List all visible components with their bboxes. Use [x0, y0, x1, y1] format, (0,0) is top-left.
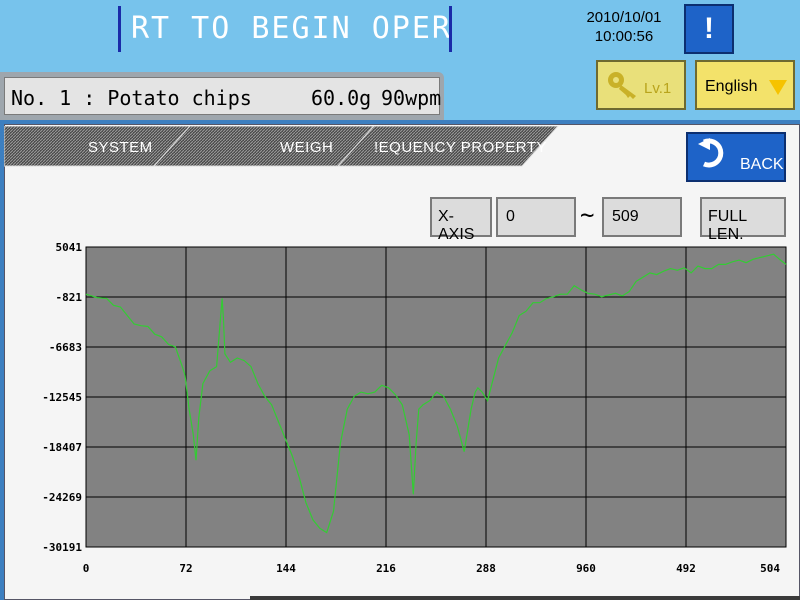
back-arrow-icon [698, 138, 724, 168]
x-tick-label: 144 [276, 562, 296, 575]
back-button[interactable]: BACK [686, 132, 786, 182]
tab-frequency-property-label: !EQUENCY PROPERTY [374, 139, 547, 156]
product-bar: No. 1 : Potato chips 60.0g 90wpm [0, 72, 444, 120]
datetime-display: 2010/10/01 10:00:56 [578, 8, 670, 46]
range-separator: ~ [580, 201, 595, 229]
y-tick-label: -6683 [49, 341, 82, 354]
tab-weigh-label: WEIGH [280, 139, 334, 156]
back-label: BACK [740, 156, 784, 173]
y-tick-label: -24269 [42, 491, 82, 504]
time-text: 10:00:56 [594, 28, 654, 45]
language-button[interactable]: English [695, 60, 795, 110]
alert-button[interactable]: ! [684, 4, 734, 54]
alert-icon: ! [704, 12, 714, 45]
language-label: English [705, 78, 758, 95]
level-button[interactable]: Lv.1 [596, 60, 686, 110]
dropdown-triangle-icon [769, 80, 787, 95]
x-axis-from-field[interactable]: 0 [496, 197, 576, 237]
x-tick-label: 960 [576, 562, 596, 575]
x-tick-label: 72 [179, 562, 192, 575]
date-text: 2010/10/01 [586, 9, 662, 26]
x-tick-label: 504 [760, 562, 780, 575]
tab-system-label: SYSTEM [88, 139, 153, 156]
x-tick-label: 216 [376, 562, 396, 575]
y-tick-label: -821 [56, 291, 83, 304]
y-tick-label: -18407 [42, 441, 82, 454]
key-icon [608, 72, 636, 99]
x-tick-label: 288 [476, 562, 496, 575]
tab-weigh[interactable] [152, 126, 375, 167]
product-weight: 60.0g [311, 86, 372, 110]
x-axis-to-field[interactable]: 509 [602, 197, 682, 237]
level-label: Lv.1 [644, 80, 672, 97]
x-axis-button[interactable]: X-AXIS [430, 197, 492, 243]
y-tick-label: -12545 [42, 391, 82, 404]
status-banner: RT TO BEGIN OPERATI( [118, 6, 452, 52]
bottom-strip [250, 596, 800, 600]
y-tick-label: -30191 [42, 541, 82, 554]
x-tick-label: 0 [83, 562, 90, 575]
x-tick-label: 492 [676, 562, 696, 575]
banner-text: RT TO BEGIN OPERATI( [131, 11, 452, 46]
frequency-chart: 5041 -821 -6683 -12545 -18407 -24269 -301910 72… [42, 241, 787, 575]
x-axis-from-value: 0 [506, 208, 515, 225]
x-axis-to-value: 509 [612, 208, 639, 225]
product-info-box: No. 1 : Potato chips 60.0g 90wpm [4, 77, 442, 115]
product-speed: 90wpm [381, 86, 442, 110]
product-name: No. 1 : Potato chips [11, 86, 252, 110]
y-tick-label: 5041 [56, 241, 83, 254]
full-length-button[interactable]: FULL LEN. [700, 197, 786, 243]
